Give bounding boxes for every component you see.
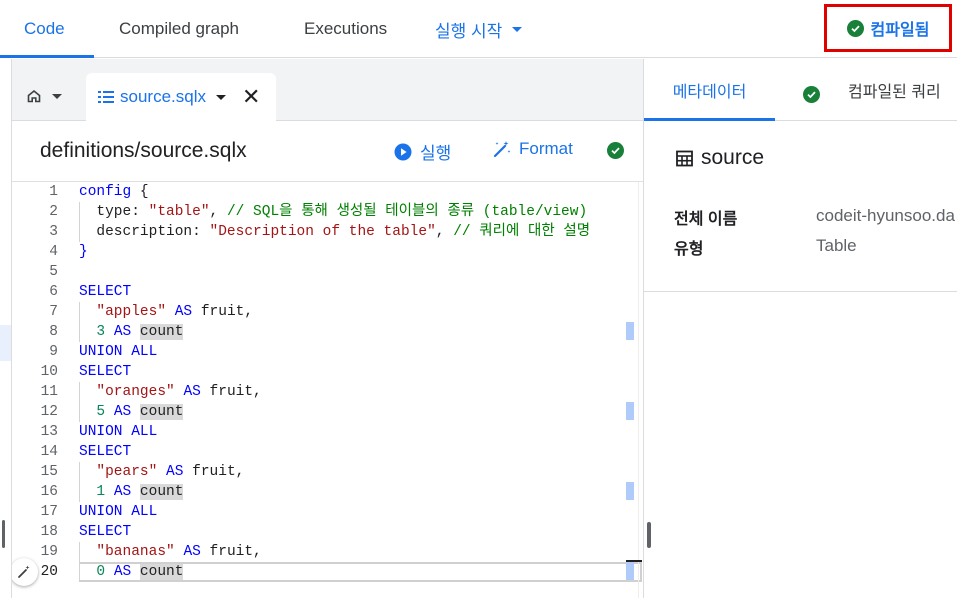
sidebar-selected-marker — [0, 325, 11, 361]
code-line: type: "table", // SQL을 통해 생성될 테이블의 종류 (t… — [79, 204, 588, 220]
check-circle-icon — [803, 86, 820, 103]
line-number: 4 — [49, 244, 58, 260]
code-line: config { — [79, 184, 149, 200]
magic-wand-icon — [493, 141, 511, 158]
code-line: 0 AS count — [96, 564, 184, 580]
code-line: SELECT — [79, 524, 132, 540]
run-label: 실행 — [420, 144, 452, 163]
metadata-title-label: source — [701, 146, 765, 169]
file-tab-source[interactable]: source.sqlx ✕ — [86, 73, 276, 121]
tab-metadata-label: 메타데이터 — [672, 84, 747, 101]
tab-metadata-underline — [644, 118, 775, 121]
scrollbar-match-marker — [626, 322, 634, 340]
code-lines: config { type: "table", // SQL을 통해 생성될 테… — [79, 182, 639, 582]
tab-compiled-query-label: 컴파일된 쿼리 — [848, 84, 941, 101]
left-sidebar-edge — [0, 59, 12, 598]
tab-executions-label: Executions — [304, 19, 388, 38]
chevron-down-icon — [52, 93, 62, 99]
metadata-panel: source 전체 이름 codeit-hyunsoo.da 유형 Table — [644, 122, 957, 292]
scrollbar-match-marker — [626, 402, 634, 420]
check-circle-icon — [846, 19, 864, 37]
scrollbar-match-marker — [626, 482, 634, 500]
line-number: 6 — [49, 284, 58, 300]
line-number: 14 — [40, 444, 58, 460]
line-number: 9 — [49, 344, 58, 360]
code-line: UNION ALL — [79, 424, 158, 440]
check-circle-icon — [607, 142, 624, 159]
compiled-status-badge[interactable]: 컴파일됨 — [824, 4, 952, 52]
details-tab-bar: 메타데이터 컴파일된 쿼리 — [644, 59, 957, 121]
panel-resize-handle[interactable] — [647, 522, 651, 548]
line-number: 2 — [49, 204, 58, 220]
tab-code-label: Code — [24, 19, 65, 38]
code-line: "bananas" AS fruit, — [96, 544, 262, 560]
file-path-title: definitions/source.sqlx — [40, 139, 247, 162]
code-line: "apples" AS fruit, — [96, 304, 254, 320]
line-number: 7 — [49, 304, 58, 320]
line-number: 16 — [40, 484, 58, 500]
line-number: 3 — [49, 224, 58, 240]
tab-code-underline — [0, 55, 94, 58]
line-number: 1 — [49, 184, 58, 200]
full-name-label: 전체 이름 — [674, 211, 738, 228]
play-circle-icon — [394, 143, 412, 160]
left-resize-handle[interactable] — [2, 520, 5, 548]
start-run-label: 실행 시작 — [435, 21, 503, 41]
format-label: Format — [519, 139, 573, 158]
code-line: 3 AS count — [96, 324, 184, 340]
code-line: description: "Description of the table",… — [79, 224, 591, 240]
code-line: } — [79, 244, 88, 260]
line-number-gutter: 1 2 3 4 5 6 7 8 9 10 11 12 13 14 15 16 17 18 19 20 — [12, 182, 68, 582]
start-run-dropdown[interactable]: 실행 시작 — [435, 0, 523, 58]
code-line: 1 AS count — [96, 484, 184, 500]
home-tab-button[interactable] — [26, 79, 62, 113]
scrollbar-cursor-marker — [626, 560, 642, 562]
full-name-value: codeit-hyunsoo.da — [816, 206, 955, 225]
code-line: SELECT — [79, 364, 132, 380]
top-nav: Code Compiled graph Executions 실행 시작 컴파일… — [0, 0, 957, 58]
code-line: "pears" AS fruit, — [96, 464, 245, 480]
code-line: UNION ALL — [79, 344, 158, 360]
tab-metadata[interactable]: 메타데이터 — [644, 59, 775, 121]
magic-wand-icon — [18, 565, 30, 578]
tab-compiled-graph-label: Compiled graph — [119, 19, 240, 38]
line-number: 5 — [49, 264, 58, 280]
line-number: 12 — [40, 404, 58, 420]
tab-compiled-graph[interactable]: Compiled graph — [119, 0, 239, 58]
line-number: 11 — [40, 384, 58, 400]
line-number: 17 — [40, 504, 58, 520]
code-line: UNION ALL — [79, 504, 158, 520]
scrollbar-match-marker — [626, 562, 634, 580]
editor-tab-bar: source.sqlx ✕ — [12, 59, 643, 121]
type-value: Table — [816, 236, 857, 255]
tab-executions[interactable]: Executions — [304, 0, 387, 58]
tab-code[interactable]: Code — [24, 0, 65, 58]
editor-header: definitions/source.sqlx 실행 Format — [12, 121, 643, 182]
code-editor[interactable]: 1 2 3 4 5 6 7 8 9 10 11 12 13 14 15 16 17 18 19 20 config {… — [12, 182, 643, 598]
code-line: 5 AS count — [96, 404, 184, 420]
table-icon — [676, 150, 693, 166]
type-label: 유형 — [674, 241, 704, 258]
line-number: 18 — [40, 524, 58, 540]
code-line: SELECT — [79, 444, 132, 460]
line-number: 8 — [49, 324, 58, 340]
compiled-status-label: 컴파일됨 — [870, 22, 930, 39]
code-line: "oranges" AS fruit, — [96, 384, 262, 400]
metadata-title: source — [676, 146, 764, 170]
file-tab-label: source.sqlx — [120, 87, 206, 106]
chevron-down-icon — [512, 26, 523, 32]
run-button[interactable]: 실행 — [394, 139, 451, 164]
code-line: SELECT — [79, 284, 132, 300]
line-number: 15 — [40, 464, 58, 480]
format-button[interactable]: Format — [492, 139, 573, 159]
tab-compiled-query[interactable]: 컴파일된 쿼리 — [848, 59, 941, 121]
line-number: 10 — [40, 364, 58, 380]
line-number: 13 — [40, 424, 58, 440]
home-icon — [27, 89, 41, 103]
file-lines-icon — [98, 91, 114, 103]
close-icon[interactable]: ✕ — [242, 86, 260, 108]
chevron-down-icon[interactable] — [215, 94, 226, 100]
